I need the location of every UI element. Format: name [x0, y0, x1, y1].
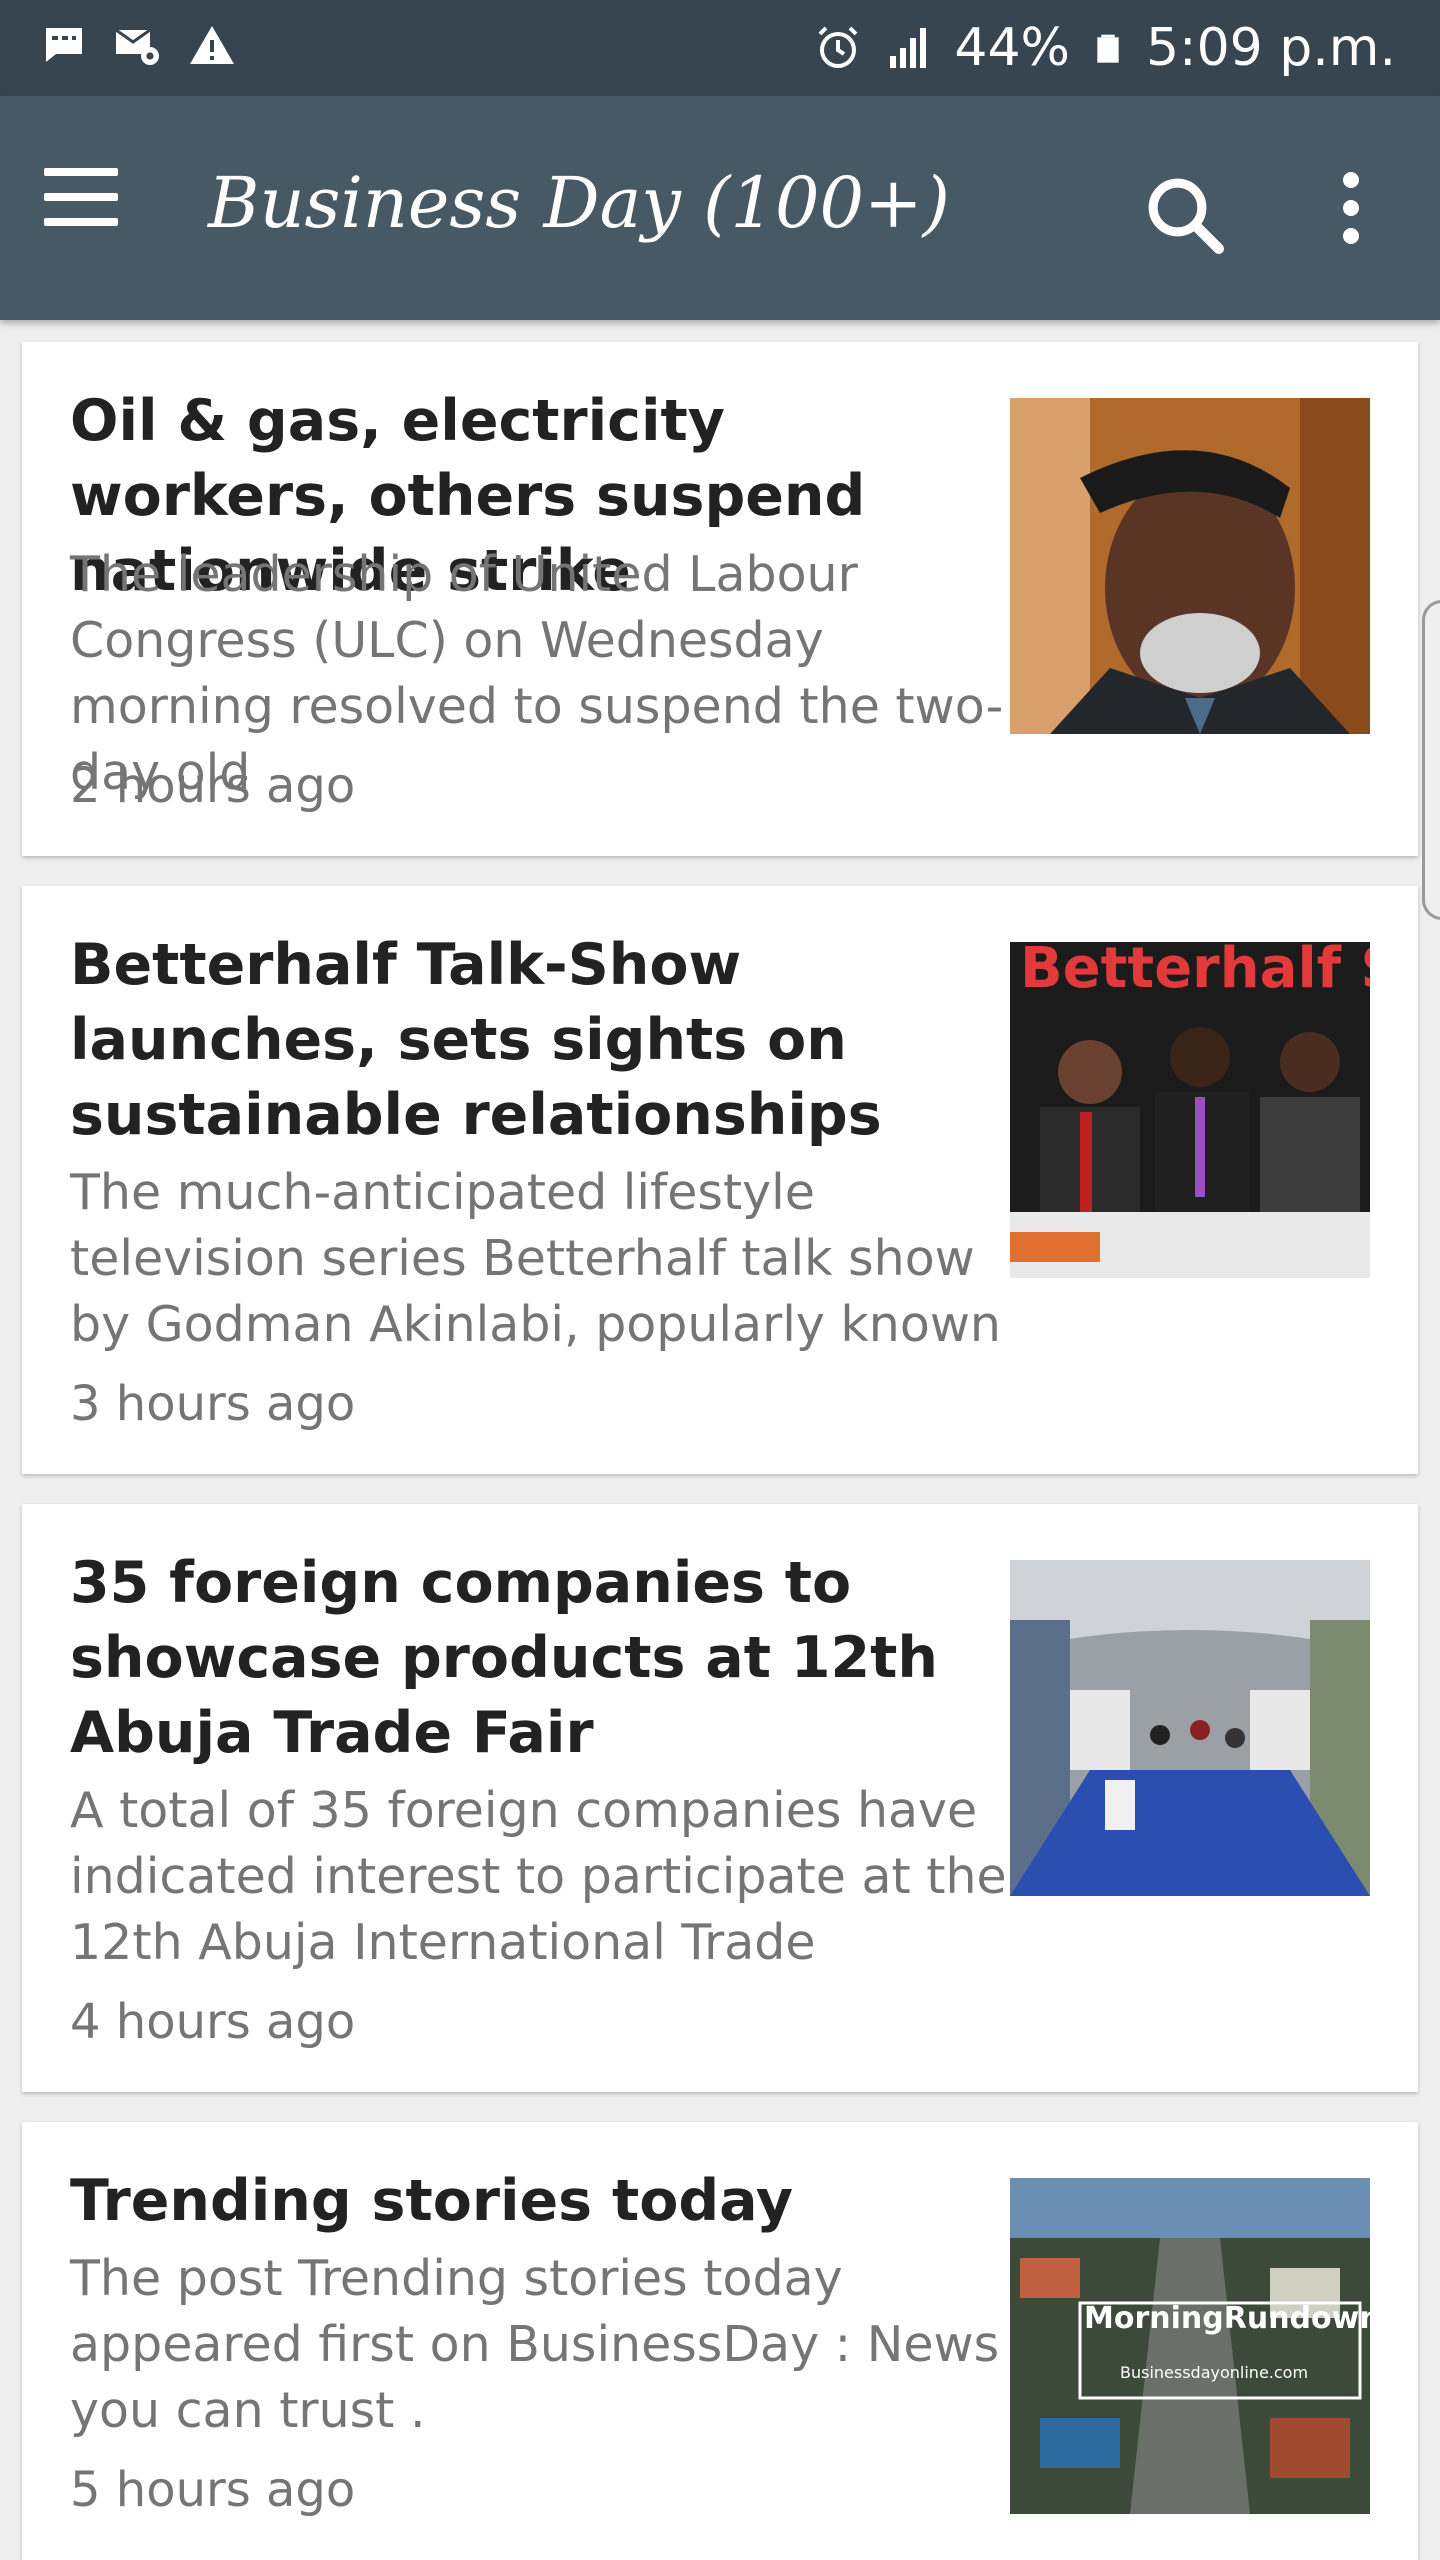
article-summary: The much-anticipated lifestyle televisio… [70, 1164, 1001, 1353]
article-thumbnail [1010, 1560, 1370, 1896]
article-thumbnail [1010, 398, 1370, 734]
article-card[interactable]: 35 foreign companies to showcase product… [22, 1504, 1418, 2092]
article-title: 35 foreign companies to showcase product… [70, 1550, 938, 1766]
article-title: Betterhalf Talk-Show launches, sets sigh… [70, 932, 882, 1148]
article-summary: The post Trending stories today appeared… [70, 2250, 1000, 2439]
search-button[interactable] [1140, 170, 1230, 260]
morning-rundown-subtext: Businessdayonline.com [1120, 2363, 1308, 2382]
clock: 5:09 p.m. [1145, 18, 1396, 78]
article-thumbnail: Betterhalf SHW [1010, 942, 1370, 1278]
more-vert-icon [1320, 172, 1382, 244]
system-status: 44% 5:09 p.m. [814, 14, 1396, 82]
signal-icon [890, 28, 927, 68]
article-time: 3 hours ago [70, 1376, 356, 1432]
article-time: 2 hours ago [70, 758, 356, 814]
battery-icon [1097, 34, 1119, 63]
status-bar: 44% 5:09 p.m. [0, 0, 1440, 96]
article-card[interactable]: Oil & gas, electricity workers, others s… [22, 342, 1418, 856]
mail-settings-icon [115, 28, 159, 65]
notification-icons [40, 22, 236, 70]
message-icon [46, 28, 82, 62]
menu-icon [44, 168, 144, 226]
menu-button[interactable] [44, 168, 144, 248]
article-time: 5 hours ago [70, 2462, 356, 2518]
alarm-icon [818, 26, 858, 68]
fast-scroll-handle[interactable] [1422, 600, 1440, 920]
more-options-button[interactable] [1320, 172, 1382, 262]
article-thumbnail: MorningRundown Businessdayonline.com [1010, 2178, 1370, 2514]
app-toolbar: Business Day (100+) [0, 96, 1440, 320]
warning-icon [190, 26, 234, 64]
article-summary: A total of 35 foreign companies have ind… [70, 1782, 1007, 1971]
search-icon [1148, 178, 1224, 254]
betterhalf-banner-text: Betterhalf SHW [1020, 942, 1370, 1001]
article-card[interactable]: Trending stories today The post Trending… [22, 2122, 1418, 2560]
article-time: 4 hours ago [70, 1994, 356, 2050]
article-title: Trending stories today [70, 2168, 794, 2234]
article-card[interactable]: Betterhalf Talk-Show launches, sets sigh… [22, 886, 1418, 1474]
morning-rundown-text: MorningRundown [1084, 2301, 1370, 2336]
page-title: Business Day (100+) [208, 162, 950, 244]
battery-percent: 44% [954, 18, 1070, 78]
